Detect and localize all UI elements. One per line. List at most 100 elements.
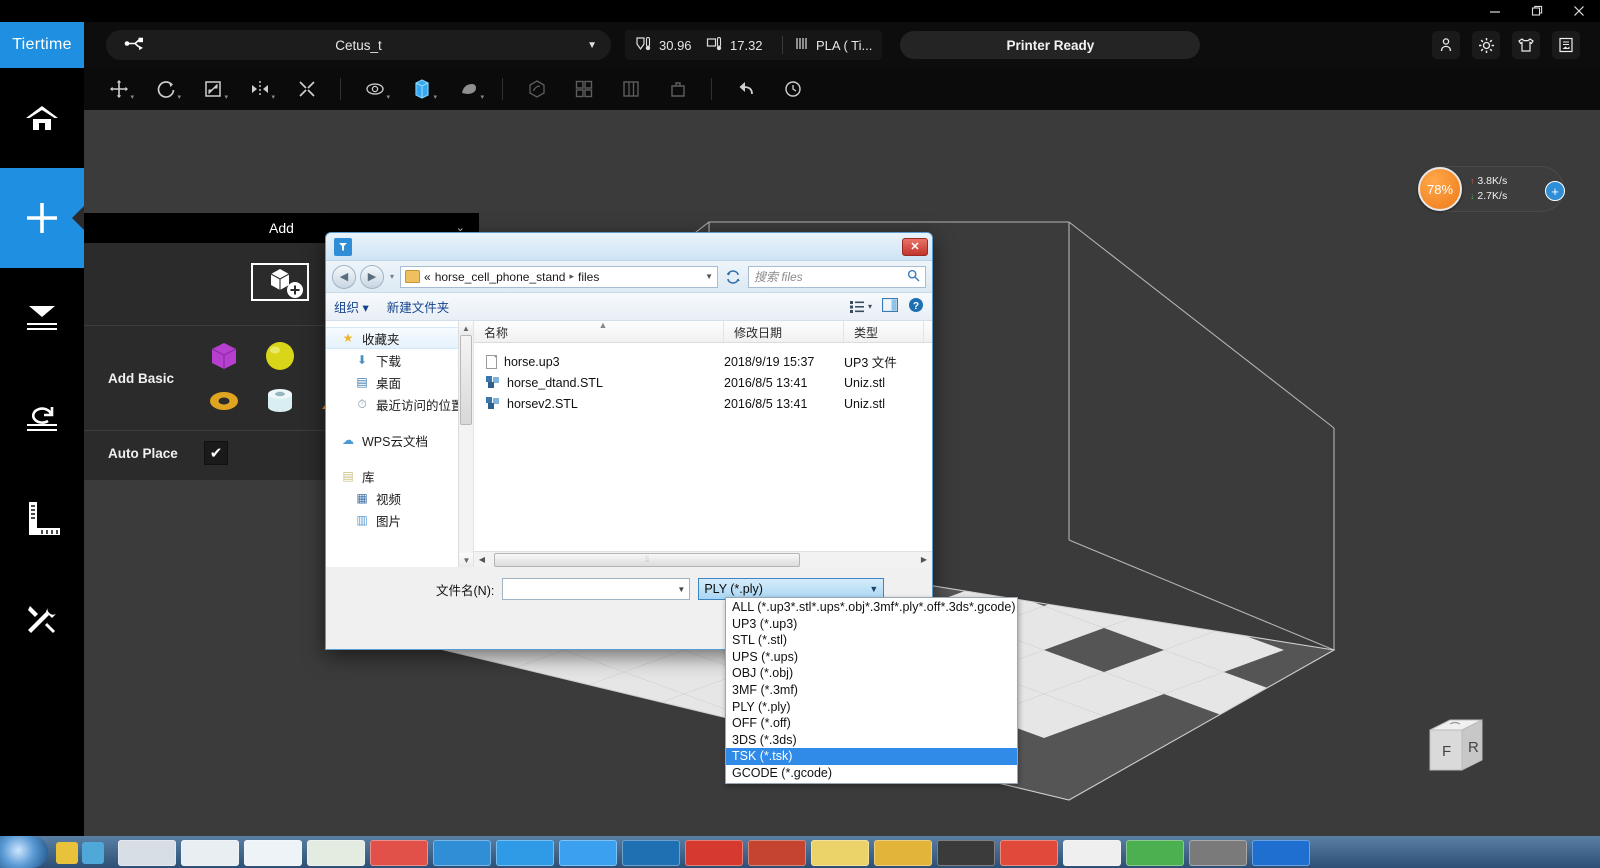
shirt-icon[interactable] [1512, 31, 1540, 59]
taskbar-item-13[interactable] [874, 840, 932, 866]
start-button[interactable] [0, 836, 48, 868]
user-account-icon[interactable] [1432, 31, 1460, 59]
nav-wps-cloud[interactable]: ☁ WPS云文档 [326, 429, 473, 451]
history-dropdown-icon[interactable]: ▾ [390, 272, 394, 281]
shell-view-tool[interactable]: ▾ [446, 72, 491, 106]
view-mode-icon[interactable]: ▾ [849, 300, 872, 313]
nav-videos[interactable]: ▦ 视频 [326, 487, 473, 509]
places-scrollbar[interactable]: ▲ ▼ [458, 321, 473, 567]
search-input[interactable]: 搜索 files [748, 265, 926, 288]
taskbar-item-5[interactable] [370, 840, 428, 866]
sidebar-item-maintenance[interactable] [0, 568, 84, 668]
grid-layout-tool[interactable] [561, 72, 606, 106]
nav-desktop[interactable]: ▤ 桌面 [326, 371, 473, 393]
taskbar-item-15[interactable] [1000, 840, 1058, 866]
auto-place-checkbox[interactable]: ✔ [204, 441, 228, 465]
quicklaunch-icon-2[interactable] [82, 842, 104, 864]
taskbar-item-19[interactable] [1252, 840, 1310, 866]
nav-recent-places[interactable]: ⏱ 最近访问的位置 [326, 393, 473, 415]
basket-tool[interactable] [655, 72, 700, 106]
restore-button[interactable] [1516, 0, 1558, 22]
taskbar-item-2[interactable] [181, 840, 239, 866]
filetype-option[interactable]: GCODE (*.gcode) [726, 765, 1017, 782]
network-monitor-widget[interactable]: 78% ↑ 3.8K/s ↓ 2.7K/s + [1418, 166, 1565, 212]
close-button[interactable] [1558, 0, 1600, 22]
file-list[interactable]: 名称 ▲ 修改日期 类型 horse.up3 2018/9/19 15:37 UP3… [474, 320, 932, 567]
slice-preview-tool[interactable] [514, 72, 559, 106]
column-header-type[interactable]: 类型 [844, 321, 924, 342]
print-preview-icon[interactable] [1552, 31, 1580, 59]
nav-pictures[interactable]: ▥ 图片 [326, 509, 473, 531]
taskbar-item-14[interactable] [937, 840, 995, 866]
filename-dropdown-icon[interactable]: ▼ [677, 585, 685, 594]
taskbar-item-7[interactable] [496, 840, 554, 866]
filetype-option[interactable]: UP3 (*.up3) [726, 616, 1017, 633]
rotate-tool[interactable]: ▾ [143, 72, 188, 106]
shape-torus[interactable] [204, 380, 244, 420]
breadcrumb-dropdown-icon[interactable]: ▼ [705, 272, 713, 281]
column-header-date[interactable]: 修改日期 [724, 321, 844, 342]
sidebar-item-add[interactable] [0, 168, 84, 268]
network-add-button[interactable]: + [1545, 181, 1565, 201]
scrollbar-thumb[interactable] [460, 335, 472, 425]
taskbar-item-9[interactable] [622, 840, 680, 866]
filetype-option[interactable]: OFF (*.off) [726, 715, 1017, 732]
help-icon[interactable]: ? [908, 297, 924, 316]
filetype-option[interactable]: OBJ (*.obj) [726, 665, 1017, 682]
view-orientation-cube[interactable]: F R [1424, 714, 1488, 780]
breadcrumb-item-parent[interactable]: horse_cell_phone_stand [435, 270, 566, 284]
organize-menu[interactable]: 组织 ▾ [334, 297, 369, 316]
system-tray[interactable] [1590, 864, 1600, 868]
quicklaunch-icon-1[interactable] [56, 842, 78, 864]
undo-tool[interactable] [723, 72, 768, 106]
merge-tool[interactable] [284, 72, 329, 106]
scroll-down-arrow-icon[interactable]: ▼ [459, 553, 473, 567]
preview-pane-icon[interactable] [881, 297, 899, 315]
mirror-tool[interactable]: ▾ [237, 72, 282, 106]
hscroll-thumb[interactable]: ⦙⦙ [494, 552, 800, 567]
scroll-left-arrow-icon[interactable]: ◀ [474, 555, 490, 564]
filetype-option[interactable]: UPS (*.ups) [726, 649, 1017, 666]
taskbar-item-16[interactable] [1063, 840, 1121, 866]
nav-libraries[interactable]: ▤ 库 [326, 465, 473, 487]
filetype-dropdown-icon[interactable]: ▼ [869, 584, 878, 594]
minimize-button[interactable] [1474, 0, 1516, 22]
sidebar-item-history[interactable] [0, 368, 84, 468]
sidebar-item-measure[interactable] [0, 468, 84, 568]
solid-view-tool[interactable]: ▾ [399, 72, 444, 106]
taskbar-item-6[interactable] [433, 840, 491, 866]
refresh-icon[interactable] [722, 266, 744, 288]
taskbar-item-12[interactable] [811, 840, 869, 866]
nav-downloads[interactable]: ⬇ 下载 [326, 349, 473, 371]
dialog-close-button[interactable]: ✕ [902, 237, 928, 256]
reset-view-tool[interactable] [770, 72, 815, 106]
filetype-option[interactable]: 3DS (*.3ds) [726, 732, 1017, 749]
scale-tool[interactable]: ▾ [190, 72, 235, 106]
filename-input[interactable]: ▼ [502, 578, 691, 600]
gear-icon[interactable] [1472, 31, 1500, 59]
scroll-up-arrow-icon[interactable]: ▲ [459, 321, 473, 335]
taskbar-item-11[interactable] [748, 840, 806, 866]
hscroll-track[interactable]: ⦙⦙ [490, 552, 916, 567]
filetype-option[interactable]: TSK (*.tsk) [726, 748, 1017, 765]
shape-tube[interactable] [260, 380, 300, 420]
breadcrumb-item-current[interactable]: files [578, 270, 599, 284]
taskbar-item-10[interactable] [685, 840, 743, 866]
taskbar-item-4[interactable] [307, 840, 365, 866]
view-visibility-tool[interactable]: ▾ [352, 72, 397, 106]
taskbar-item-8[interactable] [559, 840, 617, 866]
scroll-right-arrow-icon[interactable]: ▶ [916, 555, 932, 564]
table-row[interactable]: horsev2.STL 2016/8/5 13:41 Uniz.stl [474, 393, 932, 414]
taskbar-item-1[interactable] [118, 840, 176, 866]
table-row[interactable]: horse_dtand.STL 2016/8/5 13:41 Uniz.stl [474, 372, 932, 393]
filetype-option[interactable]: STL (*.stl) [726, 632, 1017, 649]
taskbar-item-3[interactable] [244, 840, 302, 866]
shape-sphere[interactable] [260, 336, 300, 376]
filetype-option[interactable]: 3MF (*.3mf) [726, 682, 1017, 699]
filetype-option[interactable]: ALL (*.up3*.stl*.ups*.obj*.3mf*.ply*.off… [726, 599, 1017, 616]
nav-favorites[interactable]: ★ 收藏夹 [326, 327, 473, 349]
breadcrumb[interactable]: « horse_cell_phone_stand ▸ files ▼ [400, 265, 718, 288]
file-list-hscrollbar[interactable]: ◀ ⦙⦙ ▶ [474, 551, 932, 567]
filetype-dropdown-list[interactable]: ALL (*.up3*.stl*.ups*.obj*.3mf*.ply*.off… [725, 597, 1018, 784]
taskbar-item-18[interactable] [1189, 840, 1247, 866]
